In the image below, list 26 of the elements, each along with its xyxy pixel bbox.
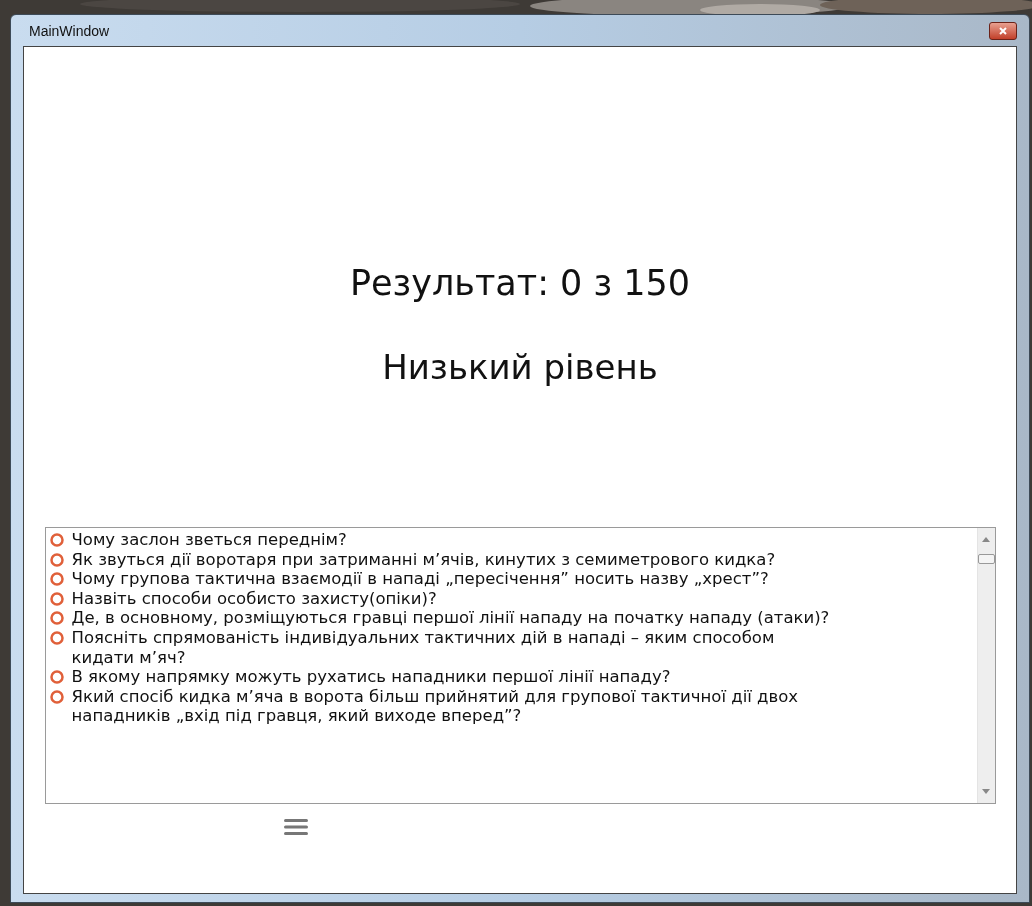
radio-button[interactable]: [49, 689, 64, 704]
question-text: Як звуться дії воротаря при затриманні м’ячів, кинутих з семиметрового кидка?: [71, 549, 777, 570]
question-text: Поясніть спрямованість індивідуальних тактичних дій в нападі – яким способом кидати м’яч?: [71, 627, 776, 668]
question-text: В якому напрямку можуть рухатись нападники першої лінії нападу?: [71, 667, 672, 687]
window-title: MainWindow: [28, 22, 110, 39]
question-text: Який спосіб кидка м’яча в ворота більш прийнятий для групової тактичної дії двох нападників „вхід під гравця, який виходе вперед”?: [71, 686, 800, 726]
close-icon: [998, 25, 1008, 36]
scroll-down-icon[interactable]: [982, 789, 990, 795]
radio-button[interactable]: [49, 670, 64, 685]
question-text: Назвіть способи особисто захисту(опіки)?: [71, 588, 438, 609]
result-text: Результат: 0 з 150: [349, 263, 690, 303]
radio-button[interactable]: [49, 572, 64, 587]
question-text: Чому групова тактична взаємодії в нападі „пересічення” носить назву „хрест”?: [71, 569, 770, 589]
radio-button[interactable]: [49, 533, 64, 547]
radio-button[interactable]: [49, 611, 64, 626]
question-text: Де, в основному, розміщуються гравці першої лінії нападу на початку нападу (атаки)?: [71, 608, 831, 628]
scrollbar[interactable]: [976, 528, 995, 803]
radio-button[interactable]: [49, 630, 64, 645]
radio-button[interactable]: [49, 591, 64, 606]
scroll-up-icon[interactable]: [982, 536, 990, 542]
question-text: Чому заслон зветься переднім?: [71, 530, 348, 550]
close-button[interactable]: [989, 21, 1017, 40]
level-text: Низький рівень: [382, 347, 658, 387]
scroll-thumb[interactable]: [977, 554, 995, 564]
menu-icon[interactable]: [283, 816, 309, 838]
radio-button[interactable]: [49, 552, 64, 567]
